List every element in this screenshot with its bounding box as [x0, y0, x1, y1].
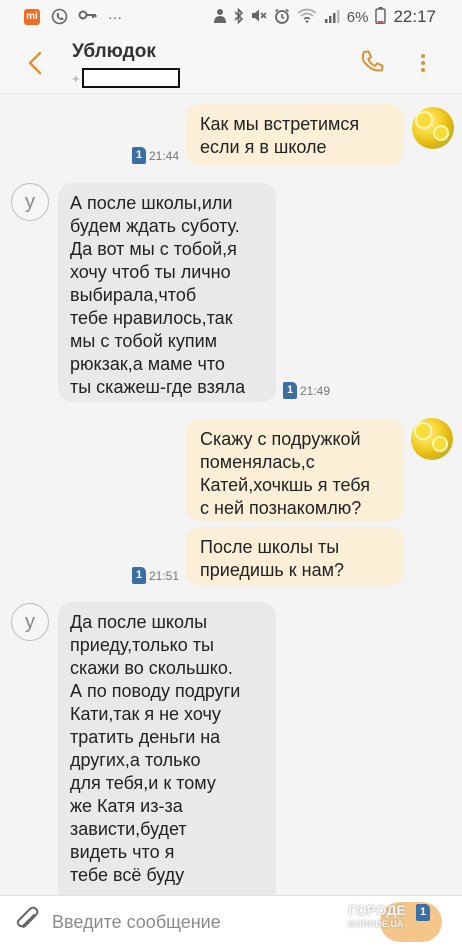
status-left-icons: mi ···	[24, 8, 124, 26]
message-bubble-outgoing[interactable]: Как мы встретимся если я в школе	[186, 104, 404, 165]
contact-avatar[interactable]: у	[11, 603, 49, 641]
more-dots-icon: ···	[108, 9, 122, 25]
back-button[interactable]	[24, 48, 48, 78]
more-options-button[interactable]	[415, 51, 431, 75]
battery-icon	[375, 7, 387, 27]
attach-button[interactable]	[14, 906, 42, 936]
my-avatar	[412, 107, 454, 149]
paperclip-icon	[16, 906, 39, 928]
alarm-icon	[274, 8, 290, 27]
redacted-phone-number	[81, 68, 180, 88]
my-avatar	[411, 418, 453, 460]
watermark-line2: GORODE.UA	[348, 919, 404, 929]
wifi-icon	[297, 8, 317, 26]
more-vertical-icon	[421, 54, 425, 58]
watermark-line1: ГОРОДЕ	[348, 902, 406, 918]
message-bubble-outgoing[interactable]: После школы ты приедишь к нам?	[186, 527, 404, 586]
sim-badge-icon: 1	[132, 147, 146, 164]
message-time: 21:44	[149, 148, 180, 163]
message-meta: 1 21:44	[132, 147, 179, 164]
chevron-left-icon	[28, 51, 42, 75]
message-time: 21:51	[149, 568, 180, 583]
sim-badge-icon: 1	[132, 567, 146, 584]
call-button[interactable]	[358, 48, 386, 76]
conversation-header: Ублюдок +	[0, 34, 462, 94]
message-bubble-incoming[interactable]: А после школы,или будем ждать суботу. Да…	[58, 183, 276, 402]
contact-number: +	[72, 68, 180, 88]
status-bar: mi ··· 6% 22:17	[0, 0, 462, 34]
app-notification-icon: mi	[24, 9, 40, 25]
sim-badge-icon: 1	[283, 382, 297, 399]
signal-icon	[324, 9, 340, 26]
battery-percent: 6%	[346, 8, 369, 26]
mute-icon	[251, 8, 267, 26]
contact-name: Ублюдок	[72, 41, 156, 62]
person-icon	[213, 8, 227, 26]
message-bubble-incoming[interactable]: Да после школы приеду,только ты скажи во…	[58, 602, 276, 895]
message-meta: 1 21:49	[283, 382, 330, 399]
message-list[interactable]: Как мы встретимся если я в школе 1 21:44…	[0, 95, 462, 895]
message-bubble-outgoing[interactable]: Скажу с подружкой поменялась,с Катей,хоч…	[186, 419, 404, 521]
key-icon	[78, 8, 97, 26]
phone-prefix: +	[72, 70, 80, 86]
viber-icon	[50, 8, 68, 26]
message-time: 21:49	[300, 383, 331, 398]
phone-icon	[361, 50, 384, 72]
contact-avatar[interactable]: у	[11, 183, 49, 221]
status-time: 22:17	[393, 7, 436, 26]
site-watermark: ГОРОДЕ GORODE.UA	[348, 903, 406, 931]
sim-badge-icon: 1	[416, 904, 430, 921]
bluetooth-icon	[234, 7, 244, 27]
message-meta: 1 21:51	[132, 567, 179, 584]
message-input[interactable]	[52, 908, 312, 936]
status-right-icons: 6% 22:17	[213, 7, 436, 27]
